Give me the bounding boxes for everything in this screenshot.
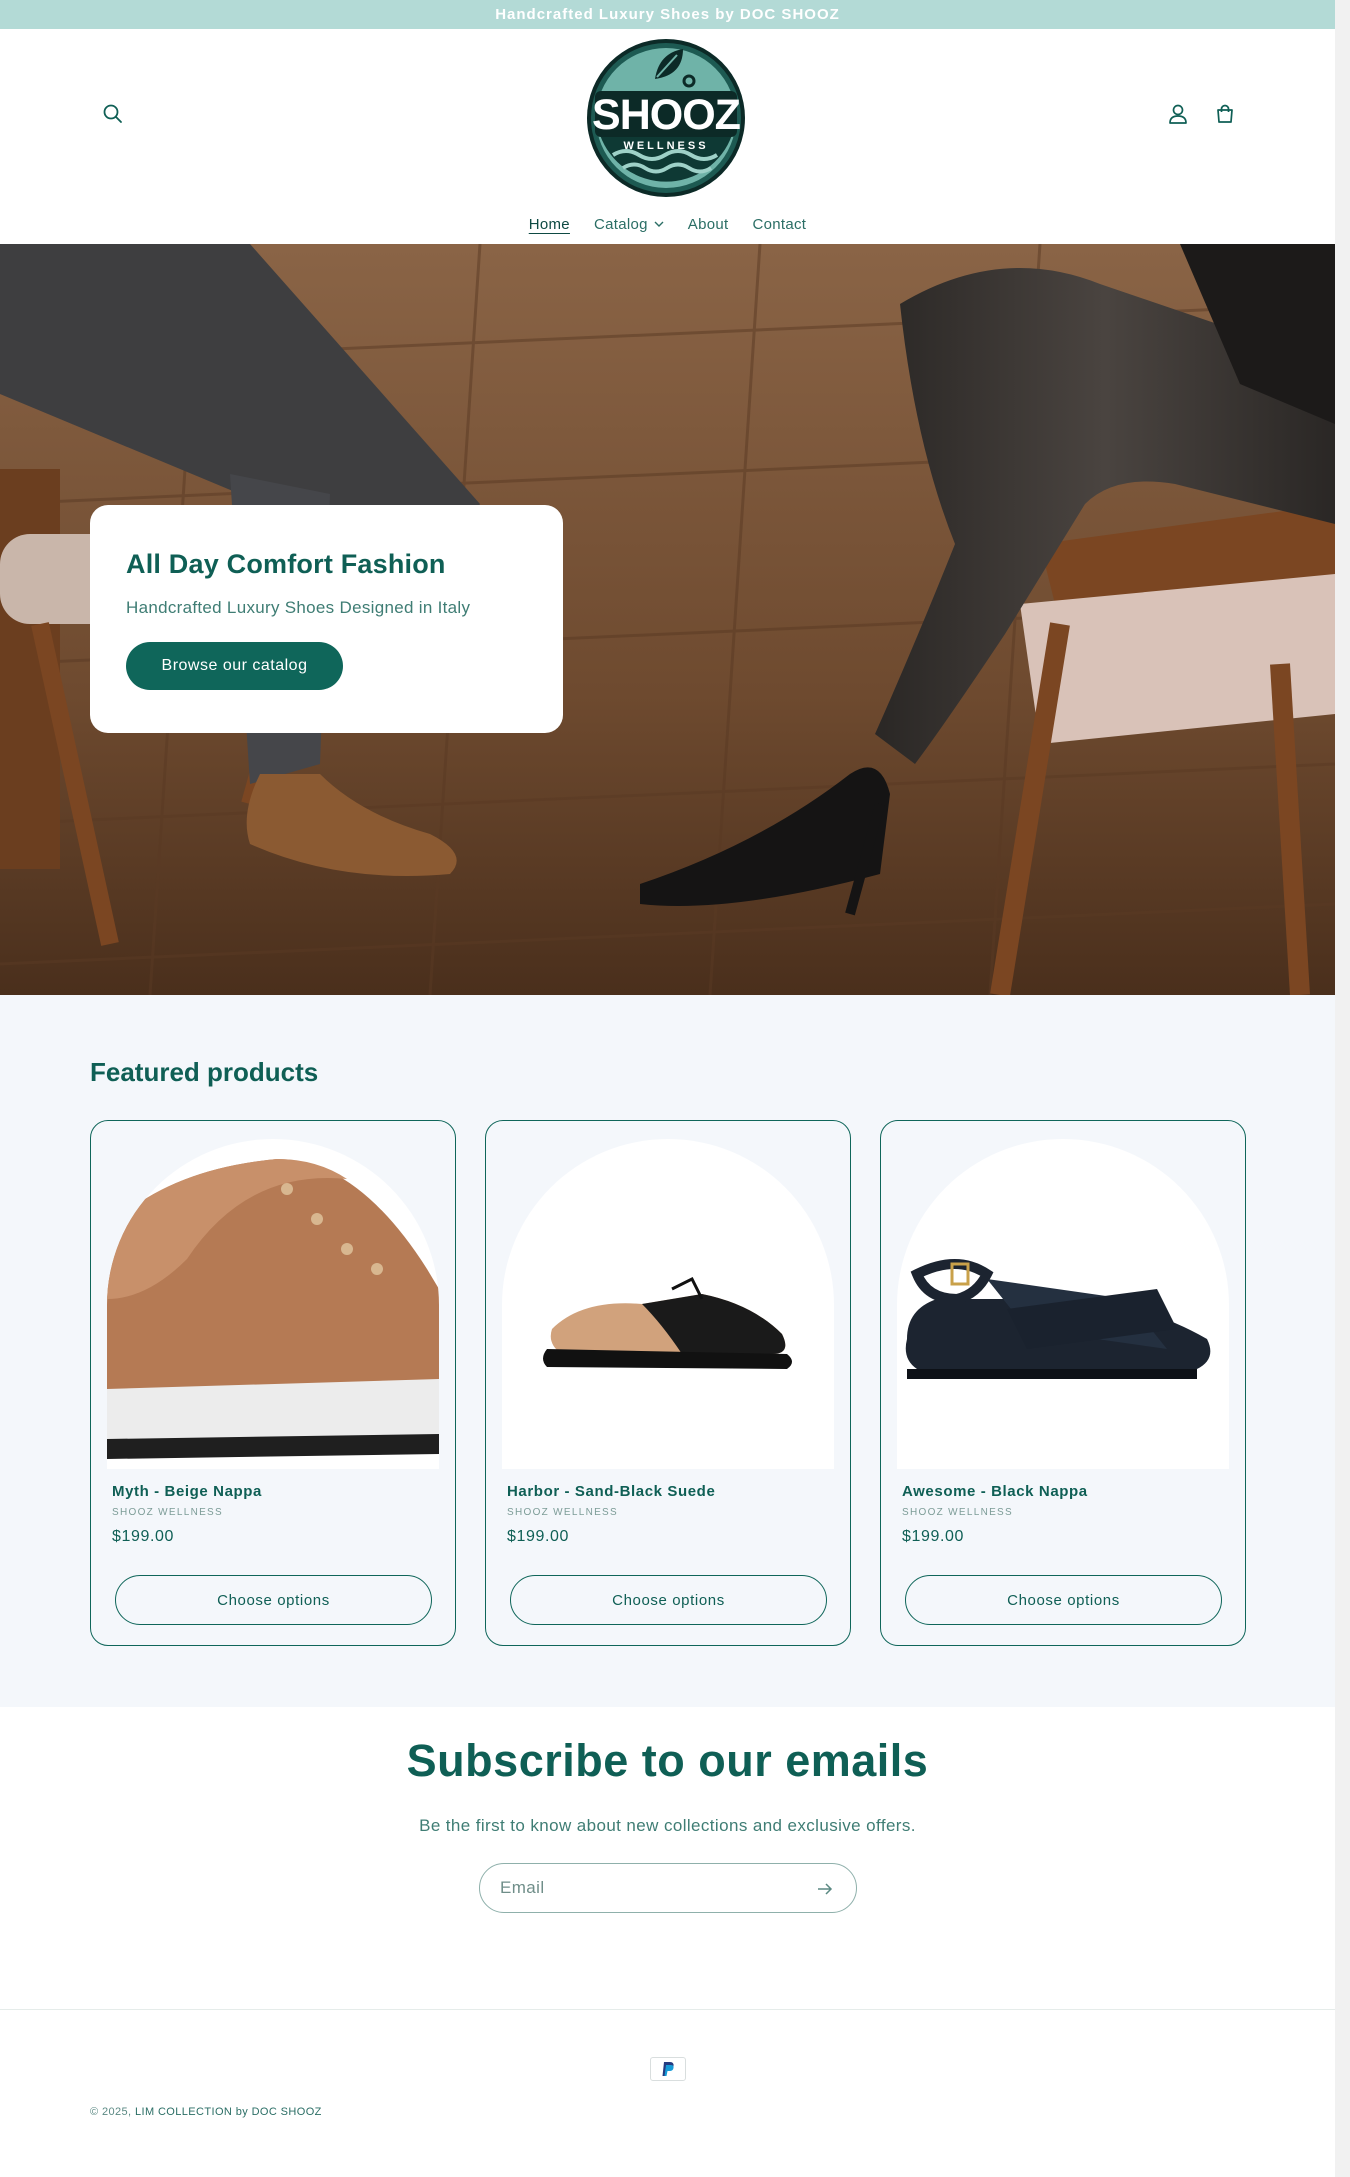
product-photo: [543, 1276, 792, 1369]
paypal-payment-badge: [650, 2057, 686, 2081]
nav-contact[interactable]: Contact: [740, 211, 818, 237]
user-icon: [1169, 104, 1187, 124]
product-image[interactable]: [502, 1139, 834, 1469]
nav-about-label: About: [687, 215, 729, 233]
product-vendor: SHOOZ WELLNESS: [902, 1507, 1013, 1518]
main-nav: Home Catalog About Contact: [0, 211, 1335, 237]
nav-home[interactable]: Home: [517, 211, 582, 237]
choose-options-button[interactable]: Choose options: [115, 1575, 432, 1625]
product-price: $199.00: [112, 1528, 175, 1545]
nav-contact-label: Contact: [752, 215, 807, 233]
product-name[interactable]: Harbor - Sand-Black Suede: [507, 1483, 715, 1500]
featured-products-section: Featured products Myth - Beige Nappa SHO…: [0, 995, 1335, 1707]
subscribe-submit-button[interactable]: [812, 1876, 838, 1902]
email-form: [479, 1863, 857, 1913]
nav-about[interactable]: About: [676, 211, 741, 237]
nav-home-label: Home: [528, 215, 570, 233]
search-icon: [103, 104, 122, 123]
site-header: SHOOZ WELLNESS Home Catalog About Contac…: [0, 29, 1335, 244]
announcement-text: Handcrafted Luxury Shoes by DOC SHOOZ: [495, 6, 840, 23]
site-footer: © 2025, LIM COLLECTION by DOC SHOOZ: [0, 2009, 1335, 2177]
site-logo[interactable]: SHOOZ WELLNESS: [585, 37, 747, 199]
product-card[interactable]: Myth - Beige Nappa SHOOZ WELLNESS $199.0…: [90, 1120, 456, 1646]
choose-options-button[interactable]: Choose options: [905, 1575, 1222, 1625]
cart-button[interactable]: [1208, 97, 1242, 131]
search-button[interactable]: [96, 97, 130, 131]
product-price: $199.00: [507, 1528, 570, 1545]
logo-subtitle: WELLNESS: [623, 140, 709, 152]
newsletter-title: Subscribe to our emails: [406, 1735, 929, 1786]
product-image[interactable]: [107, 1139, 439, 1469]
announcement-bar: Handcrafted Luxury Shoes by DOC SHOOZ: [0, 0, 1335, 29]
nav-catalog-label: Catalog: [593, 215, 648, 233]
product-vendor: SHOOZ WELLNESS: [507, 1507, 618, 1518]
browse-catalog-button[interactable]: Browse our catalog: [126, 642, 343, 690]
copyright: © 2025, LIM COLLECTION by DOC SHOOZ: [90, 2106, 322, 2118]
product-image[interactable]: [897, 1139, 1229, 1469]
product-vendor: SHOOZ WELLNESS: [112, 1507, 223, 1518]
product-card[interactable]: Awesome - Black Nappa SHOOZ WELLNESS $19…: [880, 1120, 1246, 1646]
copyright-prefix: © 2025,: [90, 2106, 132, 2118]
nav-catalog[interactable]: Catalog: [582, 211, 676, 237]
product-photo: [107, 1159, 439, 1459]
email-input[interactable]: [500, 1876, 800, 1900]
cart-icon: [1217, 104, 1233, 123]
choose-options-button[interactable]: Choose options: [510, 1575, 827, 1625]
logo-wordmark: SHOOZ: [592, 91, 741, 139]
copyright-link[interactable]: LIM COLLECTION by DOC SHOOZ: [135, 2106, 322, 2118]
featured-title: Featured products: [90, 1057, 319, 1087]
chevron-down-icon: [654, 221, 664, 227]
paypal-icon: [662, 2062, 674, 2076]
hero-subtitle: Handcrafted Luxury Shoes Designed in Ita…: [126, 598, 471, 617]
product-name[interactable]: Myth - Beige Nappa: [112, 1483, 262, 1500]
product-card[interactable]: Harbor - Sand-Black Suede SHOOZ WELLNESS…: [485, 1120, 851, 1646]
product-name[interactable]: Awesome - Black Nappa: [902, 1483, 1088, 1500]
hero-card: All Day Comfort Fashion Handcrafted Luxu…: [90, 505, 563, 733]
account-button[interactable]: [1161, 97, 1195, 131]
product-price: $199.00: [902, 1528, 965, 1545]
hero-title: All Day Comfort Fashion: [126, 549, 446, 579]
product-photo: [905, 1259, 1211, 1379]
hero-banner: All Day Comfort Fashion Handcrafted Luxu…: [0, 244, 1335, 995]
newsletter-section: Subscribe to our emails Be the first to …: [0, 1707, 1335, 2009]
newsletter-text: Be the first to know about new collectio…: [419, 1816, 916, 1835]
arrow-right-icon: [818, 1883, 833, 1895]
page-scrollbar[interactable]: [1335, 0, 1350, 2177]
